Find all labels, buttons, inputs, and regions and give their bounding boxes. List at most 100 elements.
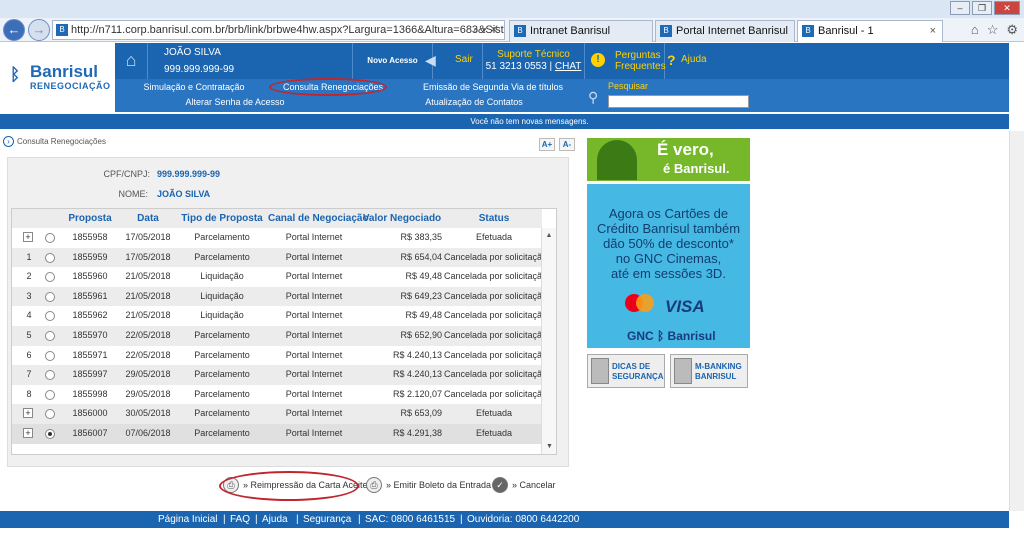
row-radio[interactable] — [45, 350, 55, 361]
table-row[interactable]: +1855958 17/05/2018 Parcelamento Portal Int… — [12, 228, 542, 248]
table-row[interactable]: 7 1855997 29/05/2018 Parcelamento Portal Int… — [12, 365, 547, 385]
address-tools-icon[interactable]: ⌕▾✕ — [473, 21, 501, 39]
back-circle-icon[interactable]: › — [3, 136, 14, 147]
footer-link[interactable]: Página Inicial — [158, 511, 217, 528]
close-tab-icon[interactable]: × — [930, 21, 936, 41]
suporte-tecnico[interactable]: Suporte Técnico 51 3213 0553 | CHAT — [483, 43, 585, 79]
favicon-icon: B — [802, 25, 814, 37]
footer-link[interactable]: Ajuda — [262, 511, 288, 528]
row-radio[interactable] — [45, 252, 55, 263]
row-radio[interactable] — [45, 331, 55, 341]
info-icon: ! — [591, 53, 605, 67]
table-row[interactable]: 3 1855961 21/05/2018 Liquidação Portal Inter… — [12, 286, 548, 307]
table-row[interactable]: 4 1855962 21/05/2018 Liquidação Portal Inter… — [12, 306, 547, 326]
footer-link[interactable]: Segurança — [303, 511, 351, 528]
vero-banner[interactable]: É vero, é Banrisul. — [587, 138, 750, 181]
tab-label: Portal Internet Banrisul — [676, 25, 788, 37]
cell-status: Cancelada por solicitação — [444, 271, 548, 282]
table-row[interactable]: +1856000 30/05/2018 Parcelamento Portal Int… — [12, 404, 542, 424]
row-radio[interactable] — [45, 272, 55, 283]
sair-button[interactable]: ◀ Sair — [425, 43, 483, 79]
table-row[interactable]: 1 1855959 17/05/2018 Parcelamento Portal Int… — [12, 247, 547, 268]
table-row[interactable]: 6 1855971 22/05/2018 Parcelamento Portal Int… — [12, 345, 547, 366]
window-controls: – ❐ ✕ — [950, 1, 1020, 15]
ajuda-link[interactable]: ? Ajuda — [665, 43, 725, 79]
home-icon[interactable]: ⌂ — [971, 22, 979, 38]
table-row[interactable]: 2 1855960 21/05/2018 Liquidação Portal Inter… — [12, 267, 548, 287]
cell-valor: R$ 383,35 — [400, 232, 442, 242]
tab-banrisul-active[interactable]: B Banrisul - 1 × — [797, 20, 943, 42]
tab-portal[interactable]: B Portal Internet Banrisul — [655, 20, 795, 42]
menu-emissao-segunda-via[interactable]: Emissão de Segunda Via de títulos — [393, 80, 593, 94]
row-radio[interactable] — [45, 291, 55, 302]
table-scrollbar[interactable]: ▲ ▼ — [541, 228, 556, 454]
banrisul-logo[interactable]: ᛒ Banrisul RENEGOCIAÇÃO — [10, 62, 110, 102]
promo-line2: Crédito Banrisul também — [596, 221, 741, 236]
row-radio[interactable] — [45, 370, 55, 381]
cancelar-button[interactable]: ✓ » Cancelar — [492, 477, 556, 493]
emitir-boleto-button[interactable]: ⎙ » Emitir Boleto da Entrada — [366, 477, 491, 493]
cell-status: Cancelada por solicitação — [444, 290, 548, 301]
back-icon[interactable]: ← — [3, 19, 25, 41]
header-valor[interactable]: Valor Negociado — [362, 209, 442, 228]
row-radio[interactable] — [45, 233, 55, 243]
expand-icon[interactable]: + — [23, 408, 33, 419]
menu-simulacao[interactable]: Simulação e Contratação — [115, 80, 273, 94]
footer-separator: | — [296, 514, 299, 525]
address-bar[interactable]: B http://n711.corp.banrisul.com.br/brb/l… — [52, 20, 505, 40]
expand-icon[interactable]: + — [23, 428, 33, 438]
row-radio[interactable] — [45, 311, 55, 322]
cell-canal: Portal Internet — [285, 271, 343, 282]
table-row[interactable]: 8 1855998 29/05/2018 Parcelamento Portal Int… — [12, 384, 547, 405]
scroll-down-icon[interactable]: ▼ — [542, 443, 557, 450]
row-radio[interactable] — [45, 389, 55, 400]
maximize-icon[interactable]: ❐ — [972, 1, 992, 15]
settings-gear-icon[interactable]: ⚙ — [1006, 22, 1018, 38]
table-row[interactable]: 5 1855970 22/05/2018 Parcelamento Portal Int… — [12, 326, 547, 346]
browser-icons: ⌂ ☆ ⚙ — [971, 22, 1018, 38]
novo-acesso-button[interactable]: Novo Acesso — [353, 43, 433, 79]
cell-valor: R$ 49,48 — [405, 310, 442, 321]
row-radio[interactable] — [45, 429, 55, 439]
expand-icon[interactable]: + — [23, 232, 33, 242]
header-status[interactable]: Status — [444, 209, 544, 228]
cell-data: 17/05/2018 — [125, 251, 171, 262]
home-icon[interactable]: ⌂ — [115, 43, 148, 79]
cell-data: 29/05/2018 — [125, 369, 171, 380]
page-scrollbar[interactable] — [1009, 131, 1024, 511]
font-increase-button[interactable]: A+ — [539, 138, 555, 151]
menu-alterar-senha[interactable]: Alterar Senha de Acesso — [115, 95, 355, 109]
perguntas-line2: Frequentes — [615, 61, 666, 72]
footer-link[interactable]: SAC: 0800 6461515 — [365, 511, 455, 528]
row-radio[interactable] — [45, 409, 55, 420]
header-tipo[interactable]: Tipo de Proposta — [174, 209, 270, 228]
forward-icon[interactable]: → — [28, 19, 50, 41]
menu-atualizacao-contatos[interactable]: Atualização de Contatos — [355, 95, 593, 109]
brand-name: Banrisul — [30, 62, 99, 81]
header-proposta[interactable]: Proposta — [64, 209, 116, 228]
cinema-promo-banner[interactable]: Agora os Cartões de Crédito Banrisul tam… — [587, 184, 750, 348]
vero-line2: é Banrisul. — [663, 161, 730, 176]
table-row[interactable]: +1856007 07/06/2018 Parcelamento Portal Int… — [12, 424, 542, 444]
dicas-seguranca-banner[interactable]: DICAS DE SEGURANÇA — [587, 354, 665, 388]
breadcrumb-label: Consulta Renegociações — [17, 137, 106, 146]
top-navigation: ⌂ JOÃO SILVA 999.999.999-99 Novo Acesso … — [115, 43, 1009, 79]
perguntas-frequentes-link[interactable]: ! Perguntas Frequentes — [585, 43, 666, 79]
favorites-star-icon[interactable]: ☆ — [987, 22, 999, 38]
footer-link[interactable]: FAQ — [230, 511, 250, 528]
search-input[interactable] — [608, 95, 749, 108]
scroll-up-icon[interactable]: ▲ — [542, 232, 556, 239]
minimize-icon[interactable]: – — [950, 1, 970, 15]
header-data[interactable]: Data — [122, 209, 174, 228]
close-icon[interactable]: ✕ — [994, 1, 1020, 15]
m-banking-banner[interactable]: M-BANKING BANRISUL — [670, 354, 748, 388]
nome-label: NOME: — [118, 189, 148, 199]
mastercard-logo-icon — [625, 294, 655, 314]
tab-intranet[interactable]: B Intranet Banrisul — [509, 20, 653, 42]
chat-link[interactable]: CHAT — [555, 61, 581, 72]
font-decrease-button[interactable]: A- — [559, 138, 575, 151]
footer-link[interactable]: Ouvidoria: 0800 6442200 — [467, 511, 579, 528]
banrisul-logo-icon: ᛒ — [10, 65, 21, 84]
cell-tipo: Parcelamento — [194, 369, 250, 380]
header-canal[interactable]: Canal de Negociação — [268, 209, 369, 228]
